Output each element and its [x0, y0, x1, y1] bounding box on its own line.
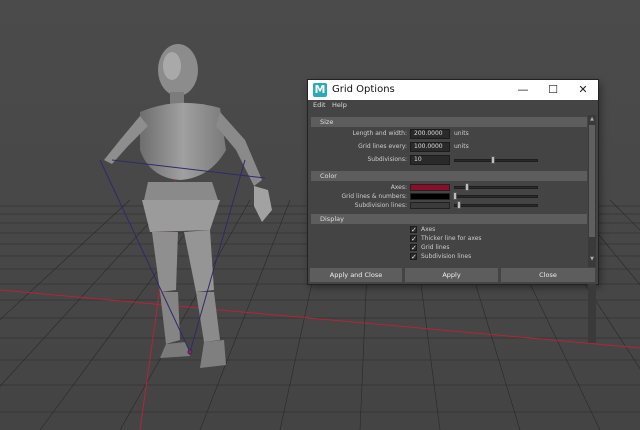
subdivision-lines-swatch[interactable]: [410, 202, 450, 209]
axes-color-swatch[interactable]: [410, 184, 450, 191]
scrollbar-thumb[interactable]: [589, 125, 595, 237]
section-size-label: Size: [320, 118, 334, 126]
apply-button[interactable]: Apply: [405, 268, 498, 282]
axes-color-label: Axes:: [390, 184, 407, 191]
subdivision-lines-slider-track[interactable]: [454, 204, 538, 207]
section-color-label: Color: [320, 172, 337, 180]
length-width-field[interactable]: 200.0000: [410, 129, 450, 139]
grid-options-dialog: M Grid Options — ☐ ✕ Edit Help Size Leng…: [308, 80, 598, 343]
grid-lines-numbers-slider-track[interactable]: [454, 195, 538, 198]
section-color-header[interactable]: Color: [311, 171, 587, 181]
grid-lines-numbers-slider-handle[interactable]: [453, 192, 457, 200]
grid-lines-every-label: Grid lines every:: [358, 143, 407, 150]
button-bar: Apply and Close Apply Close: [308, 267, 598, 284]
grid-lines-checkbox[interactable]: ✓: [410, 244, 417, 252]
menu-edit[interactable]: Edit: [313, 101, 326, 109]
grid-lines-numbers-swatch[interactable]: [410, 193, 450, 200]
checkmark-icon: ✓: [411, 226, 417, 234]
checkmark-icon: ✓: [411, 253, 417, 261]
section-display-header[interactable]: Display: [311, 214, 587, 224]
subdivision-lines-checkbox-label: Subdivision lines: [421, 253, 472, 260]
apply-and-close-button[interactable]: Apply and Close: [310, 268, 402, 282]
subdivision-lines-checkbox[interactable]: ✓: [410, 253, 417, 261]
scroll-up-icon[interactable]: ▲: [588, 115, 596, 123]
axes-checkbox-label: Axes: [421, 226, 436, 233]
maximize-button[interactable]: ☐: [538, 80, 568, 100]
subdivisions-field[interactable]: 10: [410, 155, 450, 165]
thicker-axes-checkbox-label: Thicker line for axes: [421, 235, 482, 242]
checkmark-icon: ✓: [411, 235, 417, 243]
scroll-down-icon[interactable]: ▼: [588, 255, 596, 263]
section-display-label: Display: [320, 215, 344, 223]
subdivisions-slider-track[interactable]: [454, 159, 538, 162]
subdivision-lines-color-label: Subdivision lines:: [354, 202, 407, 209]
thicker-axes-checkbox[interactable]: ✓: [410, 235, 417, 243]
axes-color-slider-handle[interactable]: [465, 183, 469, 191]
maya-app-icon: M: [313, 83, 327, 97]
menu-help[interactable]: Help: [332, 101, 347, 109]
dialog-title: Grid Options: [332, 84, 395, 95]
grid-lines-every-field[interactable]: 100.0000: [410, 142, 450, 152]
options-scrollbar[interactable]: ▲ ▼: [588, 115, 596, 343]
options-scroll-area[interactable]: Size Length and width: 200.0000 units Gr…: [311, 115, 587, 343]
checkmark-icon: ✓: [411, 244, 417, 252]
subdivisions-slider-handle[interactable]: [491, 156, 495, 164]
axes-checkbox[interactable]: ✓: [410, 226, 417, 234]
grid-lines-numbers-label: Grid lines & numbers:: [341, 193, 407, 200]
length-width-unit: units: [454, 130, 469, 137]
title-bar[interactable]: M Grid Options — ☐ ✕: [308, 80, 598, 100]
subdivisions-label: Subdivisions:: [367, 156, 407, 163]
close-button[interactable]: Close: [501, 268, 595, 282]
grid-lines-every-unit: units: [454, 143, 469, 150]
section-size-header[interactable]: Size: [311, 117, 587, 127]
grid-lines-checkbox-label: Grid lines: [421, 244, 450, 251]
subdivision-lines-slider-handle[interactable]: [457, 201, 461, 209]
menu-bar: Edit Help: [308, 100, 598, 112]
length-width-label: Length and width:: [352, 130, 407, 137]
close-window-button[interactable]: ✕: [568, 80, 598, 100]
minimize-button[interactable]: —: [508, 80, 538, 100]
